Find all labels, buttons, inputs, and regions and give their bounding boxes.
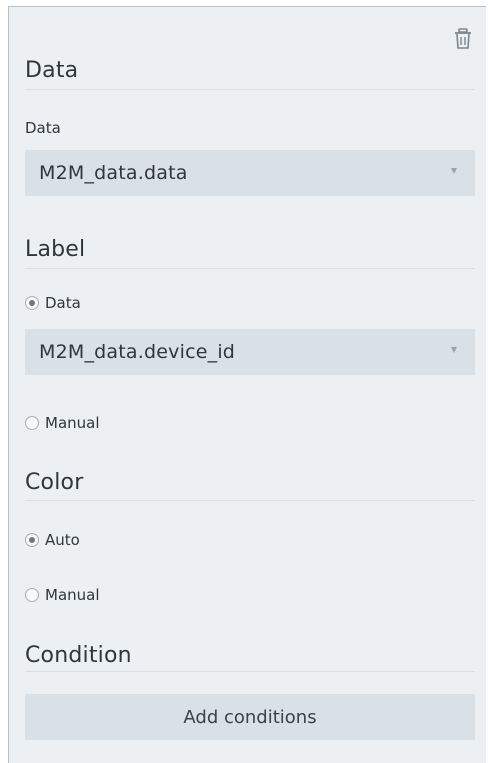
field-label-data: Data [25, 119, 61, 137]
label-radio-manual-label: Manual [45, 414, 100, 432]
radio-checked[interactable] [25, 296, 39, 310]
label-data-select-value: M2M_data.device_id [39, 341, 236, 363]
color-radio-auto[interactable]: Auto [25, 529, 80, 551]
section-title-color: Color [25, 470, 84, 495]
radio-checked[interactable] [25, 533, 39, 547]
section-title-data: Data [25, 58, 79, 83]
section-title-label: Label [25, 237, 86, 262]
radio-unchecked[interactable] [25, 416, 39, 430]
trash-icon[interactable] [454, 28, 472, 50]
label-data-select[interactable]: M2M_data.device_id [25, 329, 475, 375]
radio-unchecked[interactable] [25, 588, 39, 602]
color-radio-manual[interactable]: Manual [25, 584, 100, 606]
data-select-value: M2M_data.data [39, 162, 188, 184]
series-settings-panel: Data Data M2M_data.data Label Data M2M_d… [8, 6, 486, 763]
divider [25, 89, 475, 90]
divider [25, 268, 475, 269]
divider [25, 500, 475, 501]
section-title-condition: Condition [25, 643, 132, 668]
data-select[interactable]: M2M_data.data [25, 150, 475, 196]
label-radio-data[interactable]: Data [25, 292, 81, 314]
caret-down-icon [451, 168, 457, 174]
color-radio-auto-label: Auto [45, 531, 80, 549]
color-radio-manual-label: Manual [45, 586, 100, 604]
label-radio-data-label: Data [45, 294, 81, 312]
caret-down-icon [451, 347, 457, 353]
divider [25, 671, 475, 672]
add-conditions-button[interactable]: Add conditions [25, 694, 475, 740]
label-radio-manual[interactable]: Manual [25, 412, 100, 434]
